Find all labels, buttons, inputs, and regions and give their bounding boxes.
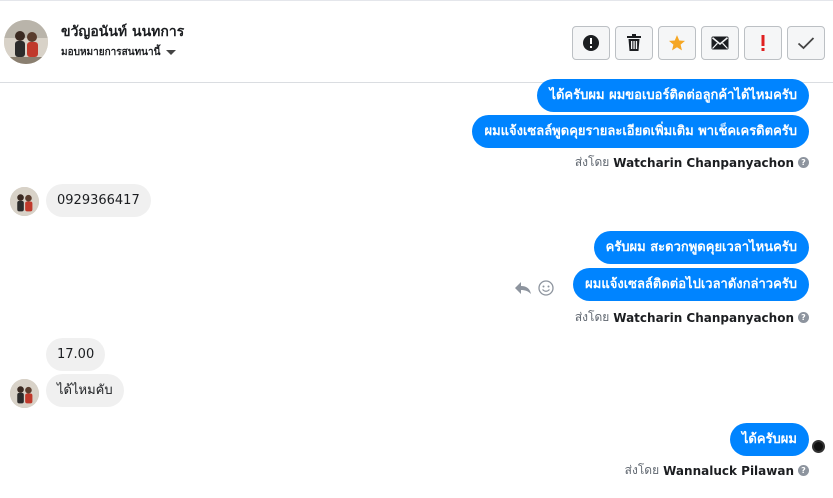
caret-down-icon — [166, 50, 177, 55]
conversation-header: ขวัญอนันท์ นนทการ มอบหมายการสนทนานี้ — [0, 0, 833, 83]
outgoing-message[interactable]: ได้ครับผม — [729, 423, 809, 456]
sent-by-prefix: ส่งโดย — [574, 310, 610, 324]
avatar-photo — [4, 20, 48, 64]
outgoing-message[interactable]: ครับผม สะดวกพูดคุยเวลาไหนครับ — [593, 231, 809, 264]
message-thread: ได้ครับผม ผมขอเบอร์ติดต่อลูกค้าได้ไหมครั… — [0, 79, 833, 498]
avatar-photo — [10, 187, 39, 216]
assign-label: มอบหมายการสนทนานี้ — [61, 47, 161, 58]
outgoing-message[interactable]: ได้ครับผม ผมขอเบอร์ติดต่อลูกค้าได้ไหมครั… — [537, 79, 809, 112]
sent-by-prefix: ส่งโดย — [574, 155, 610, 169]
sender-name: Watcharin Chanpanyachon — [613, 155, 794, 170]
check-icon — [797, 37, 815, 50]
info-icon[interactable]: ? — [798, 157, 809, 168]
delete-button[interactable] — [615, 26, 653, 60]
inbox-conversation-view: ขวัญอนันท์ นนทการ มอบหมายการสนทนานี้ ได้… — [0, 0, 833, 498]
mark-done-button[interactable] — [787, 26, 825, 60]
contact-avatar-small — [10, 379, 39, 408]
exclamation-icon — [761, 35, 765, 51]
sent-by-label: ส่งโดย Watcharin Chanpanyachon ? — [575, 308, 809, 327]
contact-avatar[interactable] — [4, 20, 48, 64]
message-hover-tools — [514, 280, 554, 296]
sender-name: Watcharin Chanpanyachon — [613, 310, 794, 325]
outgoing-message[interactable]: ผมแจ้งเซลล์ติดต่อไปเวลาดังกล่าวครับ — [573, 268, 809, 301]
emoji-reaction-icon[interactable] — [538, 280, 554, 296]
info-icon[interactable]: ? — [798, 465, 809, 476]
seen-indicator-icon — [812, 440, 825, 453]
trash-icon — [627, 34, 641, 51]
star-icon — [668, 35, 686, 51]
incoming-message[interactable]: 0929366417 — [46, 184, 151, 217]
contact-avatar-small — [10, 187, 39, 216]
contact-name: ขวัญอนันท์ นนทการ — [61, 24, 185, 40]
envelope-icon — [711, 36, 729, 50]
sender-name: Wannaluck Pilawan — [663, 463, 794, 478]
assign-conversation-dropdown[interactable]: มอบหมายการสนทนานี้ — [61, 45, 177, 60]
alert-circle-icon — [583, 35, 599, 51]
sent-by-prefix: ส่งโดย — [624, 463, 660, 477]
incoming-message[interactable]: ได้ไหมคับ — [46, 374, 124, 407]
incoming-message[interactable]: 17.00 — [46, 338, 106, 371]
reply-icon[interactable] — [514, 281, 532, 295]
sent-by-label: ส่งโดย Watcharin Chanpanyachon ? — [575, 153, 809, 172]
mark-unread-button[interactable] — [701, 26, 739, 60]
conversation-actions — [572, 26, 825, 60]
sent-by-label: ส่งโดย Wannaluck Pilawan ? — [625, 461, 809, 480]
info-icon[interactable]: ? — [798, 312, 809, 323]
outgoing-message[interactable]: ผมแจ้งเซลล์พูดคุยรายละเอียดเพิ่มเติม พาเ… — [472, 115, 809, 148]
avatar-photo — [10, 379, 39, 408]
star-button[interactable] — [658, 26, 696, 60]
mark-important-button[interactable] — [744, 26, 782, 60]
report-spam-button[interactable] — [572, 26, 610, 60]
